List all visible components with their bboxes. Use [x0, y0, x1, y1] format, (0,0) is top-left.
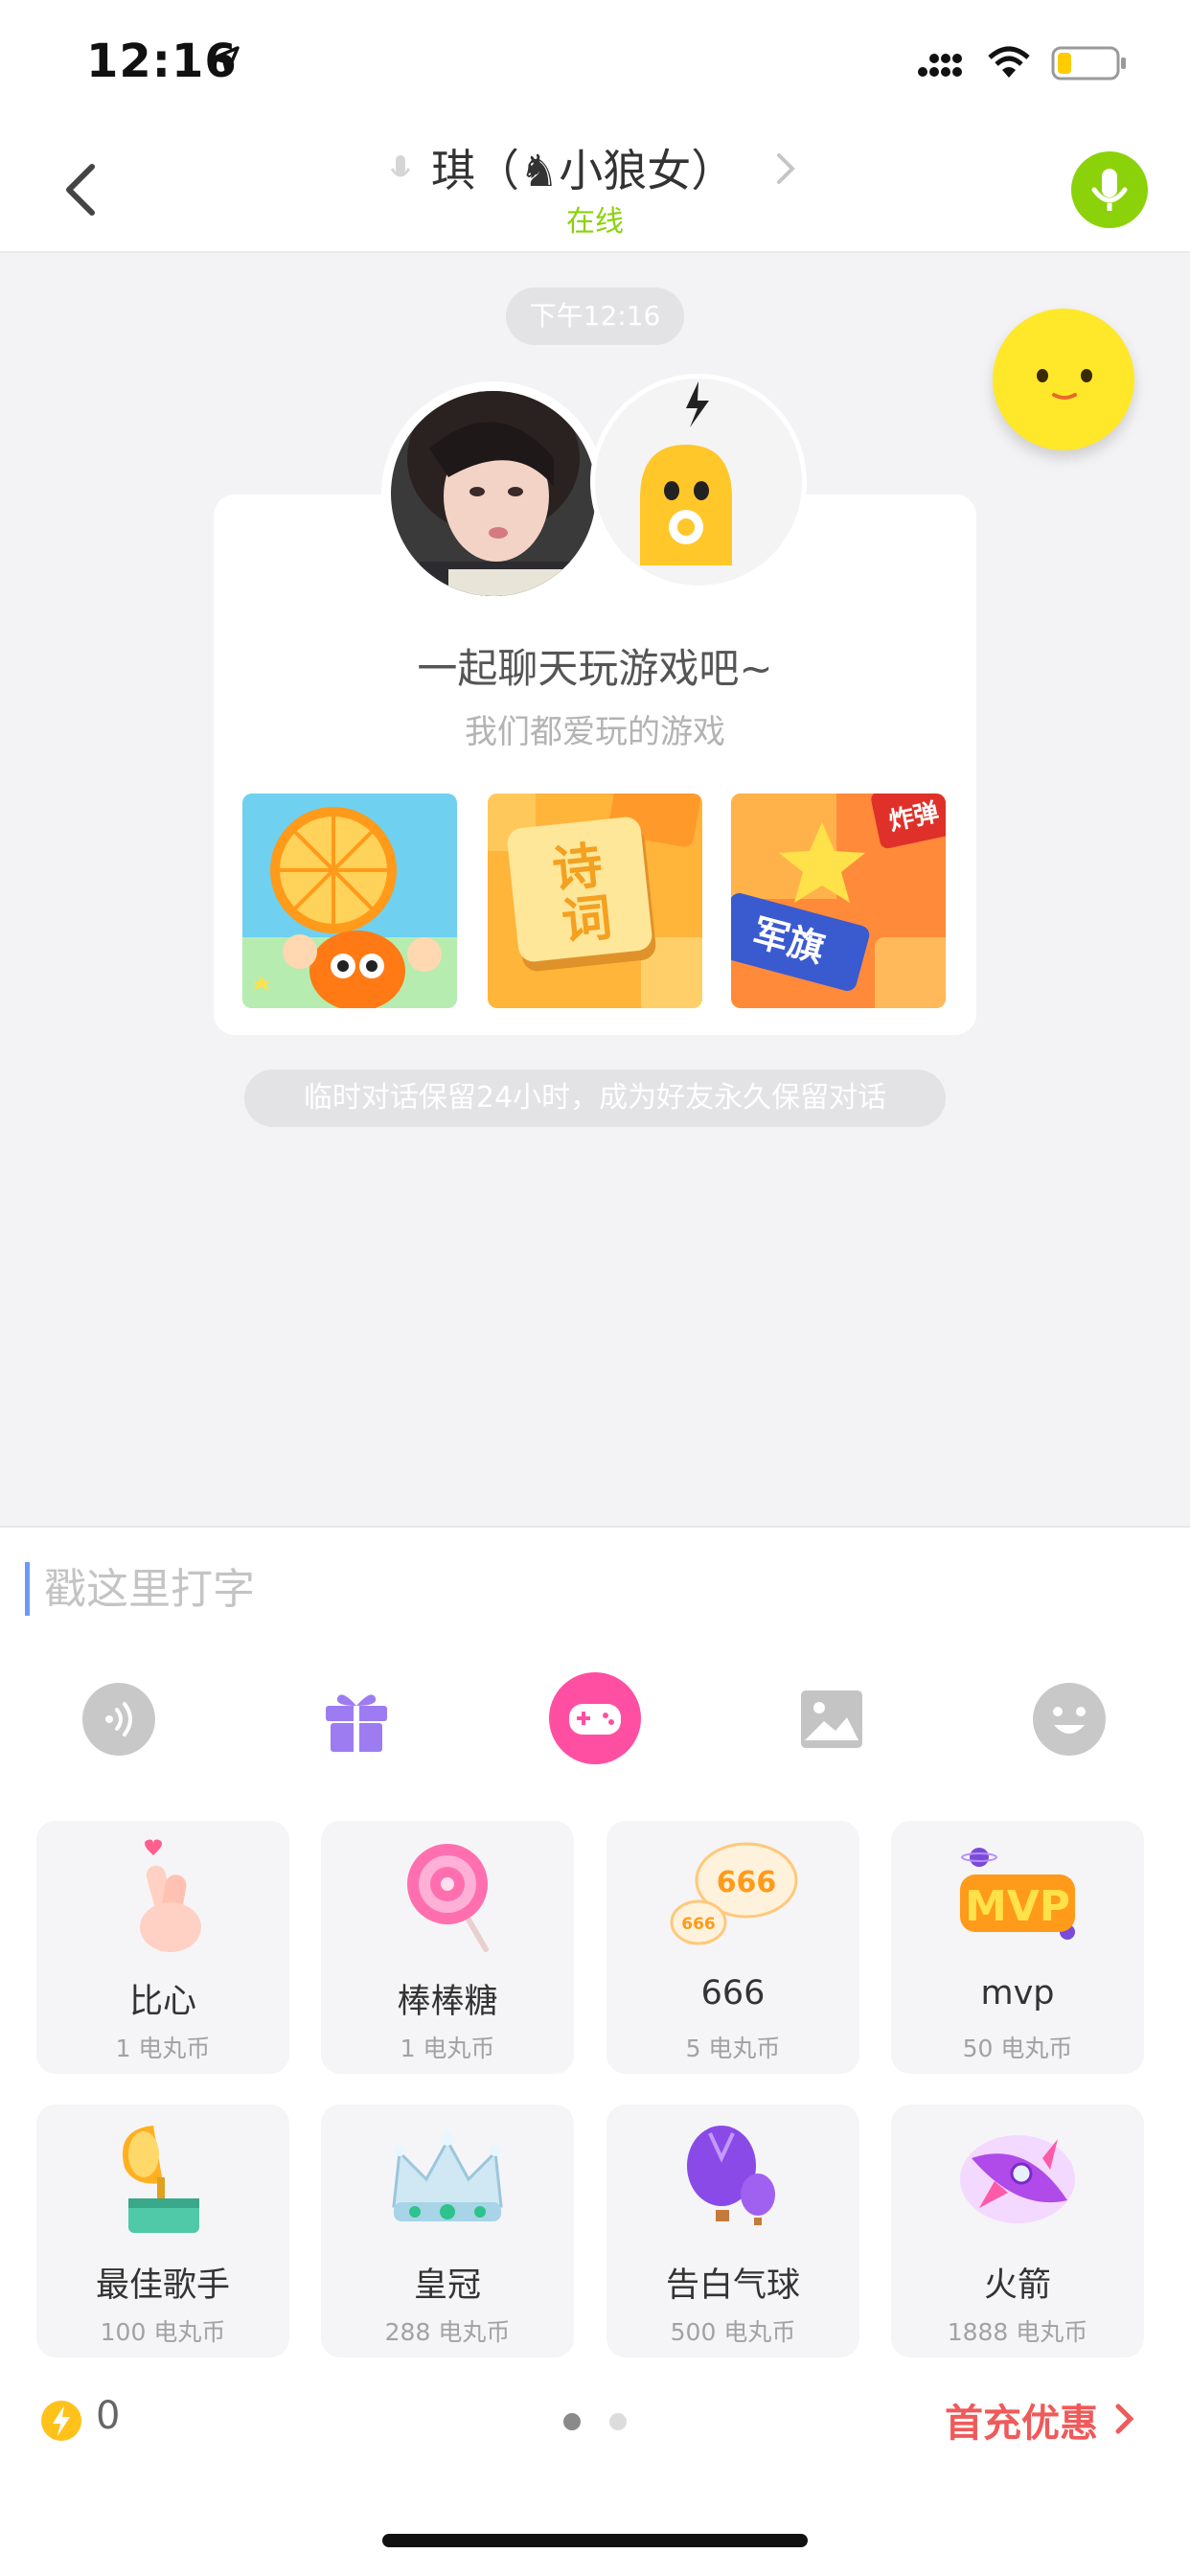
mascot-icon [595, 379, 802, 586]
message-input-area [0, 1526, 1190, 1623]
gift-panel: 比心 1 电丸币 棒棒糖 1 电丸币 666 666 666 5 电丸币 MVP [0, 1821, 1190, 2367]
gift-item-crown[interactable]: 皇冠 288 电丸币 [321, 2104, 574, 2358]
chat-area[interactable]: 下午12:16 一起聊天玩游戏吧~ 我们都爱玩的游戏 诗 词 炸弹 军旗 临时对… [0, 253, 1190, 1526]
gift-name: 火箭 [983, 2266, 1051, 2305]
user-avatar[interactable] [381, 381, 606, 606]
wallet-bar: 0 首充优惠 [0, 2386, 1190, 2453]
chat-toolbar [0, 1658, 1190, 1773]
666-big-label: 666 [717, 1866, 777, 1899]
666-bubble-icon: 666 666 [670, 1842, 798, 1945]
orange-game-icon [242, 794, 457, 1008]
balloon-icon [687, 2126, 775, 2225]
gift-price: 100 电丸币 [100, 2318, 226, 2346]
gift-item-balloon[interactable]: 告白气球 500 电丸币 [606, 2104, 859, 2358]
emoji-icon[interactable] [1031, 1681, 1108, 1758]
wifi-icon [988, 46, 1030, 78]
gift-item-mvp[interactable]: MVP mvp 50 电丸币 [891, 1821, 1144, 2074]
game-tile-poetry[interactable]: 诗 词 [488, 794, 702, 1008]
gift-price: 50 电丸币 [962, 2035, 1073, 2062]
online-status: 在线 [566, 205, 624, 239]
microphone-icon [1091, 169, 1128, 211]
svg-text:词: 词 [559, 889, 614, 952]
gift-icon[interactable] [318, 1681, 395, 1758]
app-mascot-avatar [590, 374, 807, 590]
gift-name: 棒棒糖 [397, 1983, 498, 2021]
nav-bar: 琪（♞小狼女） 在线 [0, 126, 1190, 253]
home-indicator[interactable] [382, 2534, 808, 2547]
cellular-signal-icon [918, 54, 962, 77]
coin-balance: 0 [96, 2394, 121, 2438]
gift-item-best-singer[interactable]: 最佳歌手 100 电丸币 [36, 2104, 289, 2358]
finger-heart-icon [140, 1839, 201, 1952]
chevron-right-icon[interactable] [1113, 2402, 1136, 2436]
voice-message-icon[interactable] [80, 1681, 157, 1758]
lightning-coin-icon [41, 2401, 81, 2441]
temporary-chat-notice: 临时对话保留24小时，成为好友永久保留对话 [244, 1070, 946, 1127]
floating-emoji-button[interactable] [993, 309, 1134, 450]
game-controller-icon[interactable] [548, 1671, 642, 1765]
chat-partner-name[interactable]: 琪（♞小狼女） [431, 136, 735, 199]
mvp-label: MVP [965, 1882, 1070, 1931]
gift-price: 288 电丸币 [384, 2318, 511, 2346]
user-photo [391, 391, 596, 596]
smiley-face-icon [1037, 369, 1092, 400]
gift-name: mvp [980, 1974, 1055, 2012]
gramophone-icon [123, 2126, 199, 2233]
mic-small-icon [390, 155, 411, 177]
gift-price: 500 电丸币 [670, 2318, 796, 2346]
gift-item-lollipop[interactable]: 棒棒糖 1 电丸币 [321, 1821, 574, 2074]
battery-icon [1051, 46, 1126, 80]
crown-icon [392, 2132, 503, 2221]
gift-name: 皇冠 [413, 2266, 481, 2305]
gift-price: 1 电丸币 [400, 2035, 495, 2062]
card-title: 一起聊天玩游戏吧~ [417, 645, 773, 692]
gift-item-rocket[interactable]: 火箭 1888 电丸币 [891, 2104, 1144, 2358]
army-chess-game-icon: 炸弹 军旗 [731, 794, 946, 1008]
page-indicator-dot-active[interactable] [563, 2413, 581, 2430]
game-tile-orange[interactable] [242, 794, 457, 1008]
666-small-label: 666 [681, 1915, 716, 1934]
chevron-right-icon[interactable] [774, 150, 797, 188]
lollipop-icon [407, 1844, 489, 1952]
voice-call-button[interactable] [1071, 151, 1148, 228]
gift-price: 1888 电丸币 [947, 2318, 1088, 2346]
card-subtitle: 我们都爱玩的游戏 [465, 713, 725, 751]
gift-name: 比心 [128, 1983, 196, 2021]
image-picker-icon[interactable] [793, 1681, 870, 1758]
gift-name: 告白气球 [665, 2266, 800, 2305]
game-tile-army-chess[interactable]: 炸弹 军旗 [731, 794, 946, 1008]
first-recharge-link[interactable]: 首充优惠 [945, 2392, 1098, 2448]
gift-name: 666 [700, 1974, 766, 2012]
gift-price: 5 电丸币 [685, 2035, 781, 2062]
location-arrow-icon [211, 46, 240, 75]
gift-name: 最佳歌手 [95, 2266, 230, 2305]
message-timestamp: 下午12:16 [506, 288, 684, 345]
text-cursor [25, 1562, 30, 1616]
page-indicator-dot[interactable] [609, 2413, 627, 2430]
gift-price: 1 电丸币 [115, 2035, 211, 2062]
status-bar: 12:16 [0, 0, 1190, 126]
mvp-badge-icon: MVP [960, 1848, 1075, 1940]
gift-item-finger-heart[interactable]: 比心 1 电丸币 [36, 1821, 289, 2074]
poetry-game-icon: 诗 词 [488, 794, 702, 1008]
gift-item-666[interactable]: 666 666 666 5 电丸币 [606, 1821, 859, 2074]
message-input[interactable] [42, 1554, 1148, 1623]
rocket-icon [960, 2135, 1075, 2223]
